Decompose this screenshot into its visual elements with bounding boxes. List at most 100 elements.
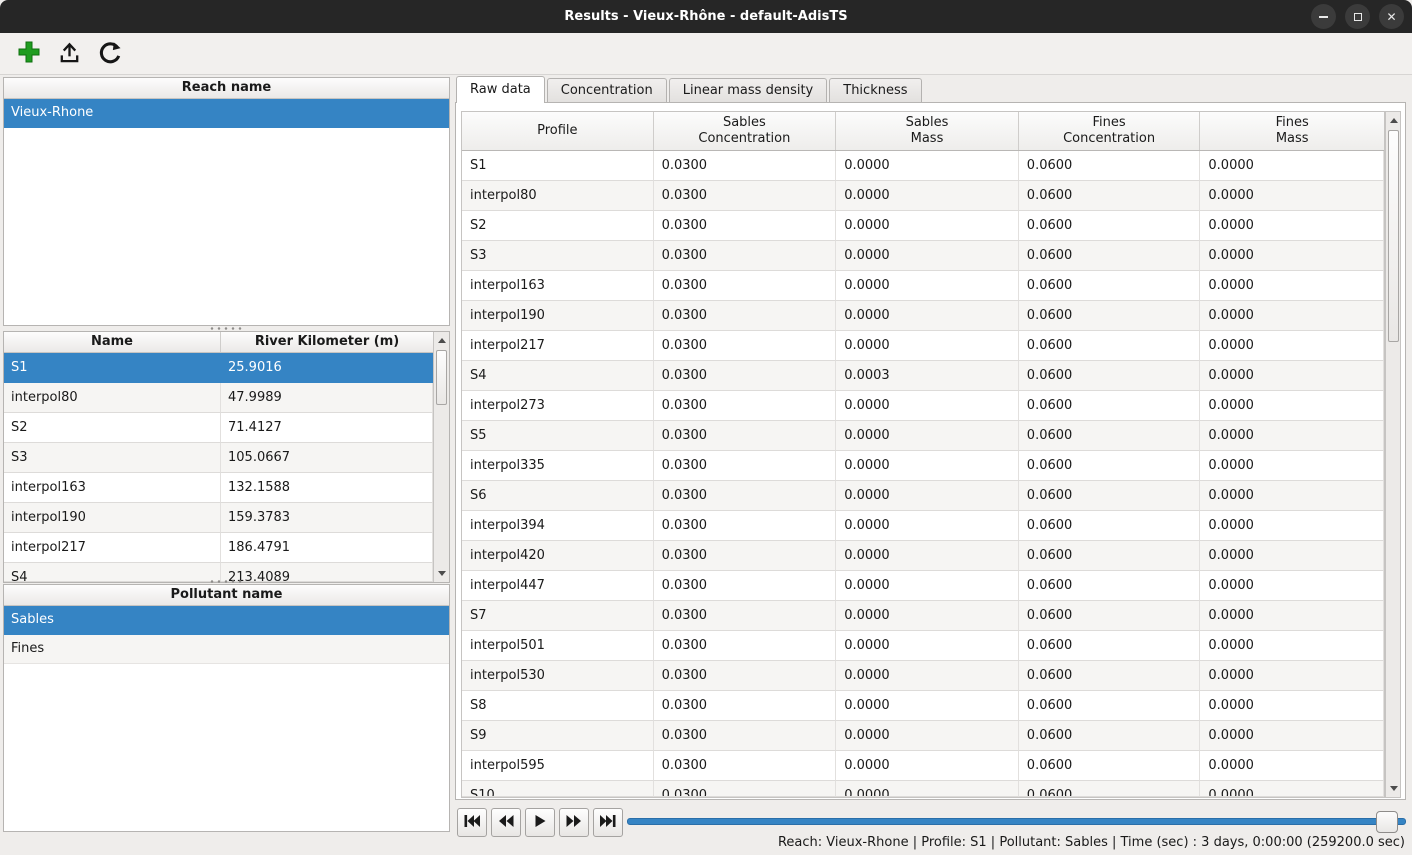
cell: S10 <box>462 781 654 797</box>
table-row[interactable]: interpol163132.1588 <box>4 473 449 503</box>
time-slider-handle[interactable] <box>1376 811 1398 833</box>
cell: interpol190 <box>4 503 221 533</box>
cell: interpol273 <box>462 391 654 421</box>
cell: 0.0000 <box>836 331 1019 361</box>
cell: 0.0000 <box>1200 181 1384 211</box>
cell: 0.0000 <box>836 181 1019 211</box>
table-row[interactable]: interpol5950.03000.00000.06000.0000 <box>462 751 1384 781</box>
cell: 213.4089 <box>221 563 433 582</box>
scroll-up-arrow[interactable] <box>438 338 446 343</box>
table-row[interactable]: interpol2730.03000.00000.06000.0000 <box>462 391 1384 421</box>
table-row[interactable]: S90.03000.00000.06000.0000 <box>462 721 1384 751</box>
table-row[interactable]: S271.4127 <box>4 413 449 443</box>
cell: S4 <box>4 563 221 582</box>
cell: 0.0600 <box>1019 331 1201 361</box>
cell: 0.0300 <box>654 631 837 661</box>
cell: 0.0300 <box>654 661 837 691</box>
cell: 0.0000 <box>1200 511 1384 541</box>
table-row[interactable]: interpol190159.3783 <box>4 503 449 533</box>
column-header-profile[interactable]: Profile <box>462 112 654 150</box>
skip-end-icon <box>600 815 616 830</box>
export-button[interactable] <box>53 38 85 70</box>
time-slider-track[interactable] <box>627 818 1406 825</box>
column-header-fines-concentration[interactable]: Fines Concentration <box>1019 112 1201 150</box>
cell: interpol80 <box>4 383 221 413</box>
table-row[interactable]: S50.03000.00000.06000.0000 <box>462 421 1384 451</box>
cell: 0.0000 <box>1200 691 1384 721</box>
maximize-button[interactable] <box>1345 4 1370 29</box>
tab-concentration[interactable]: Concentration <box>547 78 667 102</box>
profiles-panel: NameRiver Kilometer (m) S125.9016interpo… <box>3 331 450 583</box>
table-row[interactable]: interpol4200.03000.00000.06000.0000 <box>462 541 1384 571</box>
column-header-sables-concentration[interactable]: Sables Concentration <box>654 112 837 150</box>
add-button[interactable] <box>13 38 45 70</box>
cell: 159.3783 <box>221 503 433 533</box>
scroll-down-arrow[interactable] <box>1390 786 1398 791</box>
data-table: ProfileSables ConcentrationSables MassFi… <box>461 111 1385 798</box>
table-row[interactable]: S100.03000.00000.06000.0000 <box>462 781 1384 797</box>
list-item-sables[interactable]: Sables <box>4 606 449 635</box>
refresh-button[interactable] <box>93 38 125 70</box>
cell: 0.0000 <box>1200 211 1384 241</box>
table-row[interactable]: interpol217186.4791 <box>4 533 449 563</box>
table-row[interactable]: interpol8047.9989 <box>4 383 449 413</box>
cell: 0.0000 <box>1200 781 1384 797</box>
profiles-body: S125.9016interpol8047.9989S271.4127S3105… <box>4 353 449 582</box>
cell: 0.0600 <box>1019 151 1201 181</box>
tab-thickness[interactable]: Thickness <box>829 78 921 102</box>
column-header-sables-mass[interactable]: Sables Mass <box>836 112 1019 150</box>
column-header-river-kilometer-m-[interactable]: River Kilometer (m) <box>221 332 433 352</box>
table-row[interactable]: interpol1900.03000.00000.06000.0000 <box>462 301 1384 331</box>
cell: 0.0300 <box>654 151 837 181</box>
profiles-scrollbar[interactable] <box>433 332 449 582</box>
minimize-button[interactable] <box>1311 4 1336 29</box>
table-row[interactable]: interpol1630.03000.00000.06000.0000 <box>462 271 1384 301</box>
tab-linear-mass-density[interactable]: Linear mass density <box>669 78 828 102</box>
cell: interpol163 <box>4 473 221 503</box>
cell: 0.0000 <box>836 271 1019 301</box>
cell: 0.0000 <box>1200 421 1384 451</box>
tab-raw-data[interactable]: Raw data <box>456 76 545 103</box>
scroll-up-arrow[interactable] <box>1390 118 1398 123</box>
cell: 0.0300 <box>654 241 837 271</box>
list-item-fines[interactable]: Fines <box>4 635 449 664</box>
cell: 0.0000 <box>1200 331 1384 361</box>
table-row[interactable]: interpol2170.03000.00000.06000.0000 <box>462 331 1384 361</box>
time-slider[interactable] <box>627 810 1406 834</box>
table-row[interactable]: interpol3940.03000.00000.06000.0000 <box>462 511 1384 541</box>
window-title: Results - Vieux-Rhône - default-AdisTS <box>564 9 847 24</box>
cell: S3 <box>4 443 221 473</box>
table-row[interactable]: S125.9016 <box>4 353 449 383</box>
cell: 0.0300 <box>654 781 837 797</box>
table-row[interactable]: S20.03000.00000.06000.0000 <box>462 211 1384 241</box>
cell: S2 <box>462 211 654 241</box>
column-header-fines-mass[interactable]: Fines Mass <box>1200 112 1384 150</box>
data-scrollbar[interactable] <box>1385 111 1401 798</box>
scroll-thumb[interactable] <box>436 350 447 405</box>
scroll-thumb[interactable] <box>1388 130 1399 342</box>
table-row[interactable]: interpol5010.03000.00000.06000.0000 <box>462 631 1384 661</box>
cell: 47.9989 <box>221 383 433 413</box>
cell: 0.0600 <box>1019 661 1201 691</box>
table-row[interactable]: interpol5300.03000.00000.06000.0000 <box>462 661 1384 691</box>
cell: 0.0600 <box>1019 751 1201 781</box>
table-row[interactable]: S60.03000.00000.06000.0000 <box>462 481 1384 511</box>
close-button[interactable]: ✕ <box>1379 4 1404 29</box>
table-row[interactable]: S70.03000.00000.06000.0000 <box>462 601 1384 631</box>
cell: 25.9016 <box>221 353 433 383</box>
cell: interpol447 <box>462 571 654 601</box>
table-row[interactable]: S30.03000.00000.06000.0000 <box>462 241 1384 271</box>
table-row[interactable]: S10.03000.00000.06000.0000 <box>462 151 1384 181</box>
table-row[interactable]: interpol800.03000.00000.06000.0000 <box>462 181 1384 211</box>
table-row[interactable]: interpol3350.03000.00000.06000.0000 <box>462 451 1384 481</box>
scroll-down-arrow[interactable] <box>438 571 446 576</box>
cell: 0.0600 <box>1019 721 1201 751</box>
table-row[interactable]: S40.03000.00030.06000.0000 <box>462 361 1384 391</box>
column-header-name[interactable]: Name <box>4 332 221 352</box>
list-item-vieux-rhone[interactable]: Vieux-Rhone <box>4 99 449 128</box>
table-row[interactable]: S80.03000.00000.06000.0000 <box>462 691 1384 721</box>
table-row[interactable]: S3105.0667 <box>4 443 449 473</box>
cell: 0.0000 <box>836 391 1019 421</box>
table-row[interactable]: interpol4470.03000.00000.06000.0000 <box>462 571 1384 601</box>
cell: 0.0300 <box>654 481 837 511</box>
